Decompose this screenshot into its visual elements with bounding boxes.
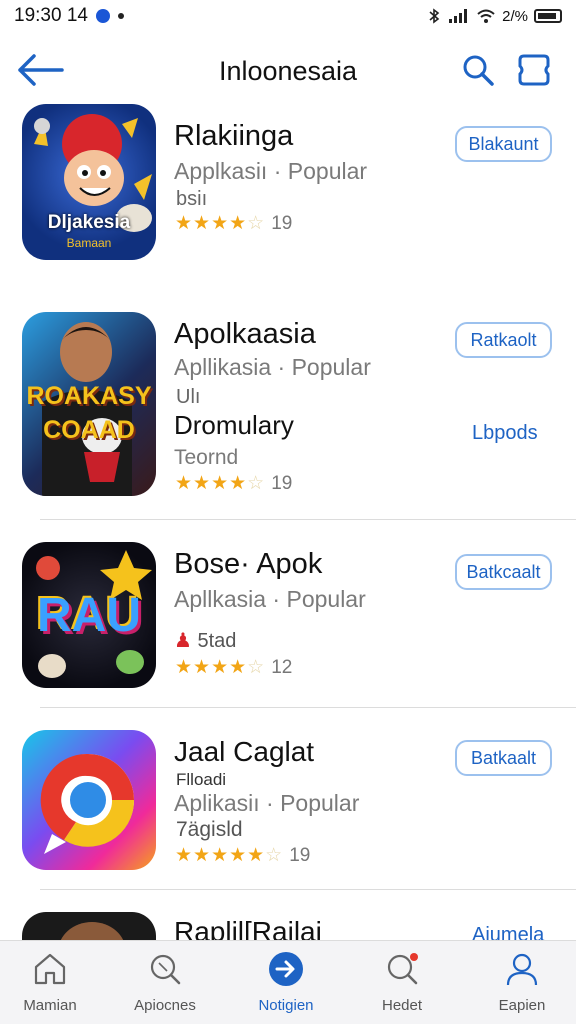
tab-label: Apiocnes: [134, 997, 196, 1014]
app-developer: Flloadi: [176, 770, 227, 789]
rating-count: 19: [271, 473, 293, 494]
app-icon-image: RAU: [22, 542, 156, 688]
app-icon-text: RAU: [37, 589, 141, 642]
stars-filled: ★★★★★: [175, 845, 266, 866]
app-meta: bsiı: [176, 188, 208, 210]
get-button[interactable]: Blakaunt: [455, 126, 552, 162]
stars-empty: ☆: [247, 213, 266, 234]
rating: ★★★★☆ 19: [175, 212, 292, 235]
tab-label: Eapien: [498, 997, 546, 1014]
more-link[interactable]: Lbpods: [472, 422, 538, 445]
list-item[interactable]: Dljakesia Bamaan Rlakiinga Applkasiı · P…: [0, 100, 576, 300]
app-meta: ♟ 5tad: [174, 628, 236, 653]
notification-icon: [95, 9, 110, 23]
user-icon: ♟: [174, 630, 192, 652]
tab-home[interactable]: Mamian: [0, 947, 100, 1023]
app-icon-subtext: COAAD: [43, 416, 135, 444]
rating-count: 12: [271, 657, 293, 678]
stars-empty: ☆: [247, 473, 266, 494]
get-button[interactable]: Batkcaalt: [455, 554, 552, 590]
stars-empty: ☆: [265, 845, 284, 866]
app-name: Rlakiinga: [174, 120, 294, 152]
tab-label: Notigien: [258, 997, 314, 1014]
stars-filled: ★★★★: [175, 657, 248, 678]
tab-updates[interactable]: Notigien: [236, 947, 336, 1023]
tab-bar: Mamian Apiocnes Notigien Hedet Eapien: [0, 940, 576, 1024]
list-item[interactable]: RAU Bose· Apok Apllkasia · Popular ♟ 5ta…: [0, 520, 576, 708]
signal-icon: [449, 9, 468, 23]
tab-profile[interactable]: Eapien: [472, 947, 572, 1023]
app-icon-text: ROAKASY: [26, 382, 152, 410]
app-list: Dljakesia Bamaan Rlakiinga Applkasiı · P…: [0, 100, 576, 940]
app-name: Bose· Apok: [174, 548, 323, 580]
bluetooth-icon: [429, 8, 440, 24]
app-icon-text: Dljakesia: [47, 212, 131, 233]
app-meta-text: 5tad: [197, 630, 237, 652]
app-developer: Dromulary: [174, 410, 294, 440]
status-time: 19:30 14: [14, 5, 88, 26]
rating-count: 19: [271, 213, 293, 234]
get-button[interactable]: Batkaalt: [455, 740, 552, 776]
forward-icon: [269, 952, 303, 986]
search-icon: [150, 954, 181, 985]
list-item[interactable]: Jaal Caglat Flloadi Aplikasiı · Popular …: [0, 708, 576, 890]
tab-label: Hedet: [381, 997, 423, 1014]
app-name: Raplil[Railai: [174, 916, 322, 940]
app-icon-image: Dljakesia Bamaan: [22, 104, 156, 260]
app-name: Jaal Caglat: [174, 736, 315, 767]
list-item[interactable]: ROAKASY COAAD Apolkaasia Apllikasia · Po…: [0, 300, 576, 520]
list-item[interactable]: Raplil[Railai Aiumela: [0, 890, 576, 940]
app-category: Aplikasiı · Popular: [174, 790, 360, 816]
status-bar: 19:30 14 2/%: [0, 0, 576, 32]
app-category: Applkasiı · Popular: [174, 158, 368, 184]
app-meta: 7ägisld: [176, 818, 243, 841]
portrait-icon: [60, 922, 124, 940]
rating: ★★★★☆ 12: [175, 656, 292, 679]
status-left: 19:30 14: [14, 5, 124, 27]
tab-search[interactable]: Hedet: [352, 947, 452, 1023]
app-meta: Ulı: [176, 386, 201, 408]
home-icon: [34, 953, 66, 985]
app-icon-image: [22, 912, 156, 940]
battery-icon: [534, 9, 562, 23]
rating-count: 19: [289, 845, 311, 866]
status-dot-icon: [117, 13, 124, 19]
battery-percent: 2/%: [502, 7, 528, 25]
app-icon-image: [22, 730, 156, 870]
app-meta: Teornd: [174, 446, 239, 469]
app-icon-subtext: Bamaan: [66, 236, 112, 250]
wifi-icon: [477, 9, 495, 23]
app-category: Apllikasia · Popular: [174, 354, 371, 380]
stars-filled: ★★★★: [175, 213, 248, 234]
status-right: 2/%: [426, 8, 562, 25]
app-name: Apolkaasia: [174, 318, 316, 350]
share-icon[interactable]: [516, 52, 552, 88]
stars-empty: ☆: [247, 657, 266, 678]
app-category: Apllkasia · Popular: [174, 586, 366, 612]
browser-logo-icon: [40, 753, 135, 854]
rating: ★★★★★☆ 19: [175, 844, 310, 867]
tab-apps[interactable]: Apiocnes: [115, 947, 215, 1023]
tab-label: Mamian: [23, 997, 77, 1014]
more-link[interactable]: Aiumela: [472, 924, 544, 940]
search-notification-icon: [387, 953, 418, 985]
stars-filled: ★★★★: [175, 473, 248, 494]
get-button[interactable]: Ratkaolt: [455, 322, 552, 358]
rating: ★★★★☆ 19: [175, 472, 292, 495]
app-icon-image: ROAKASY COAAD: [22, 312, 156, 496]
nav-bar: Inloonesaia: [0, 40, 576, 100]
search-icon[interactable]: [460, 52, 496, 88]
user-icon: [506, 953, 538, 986]
